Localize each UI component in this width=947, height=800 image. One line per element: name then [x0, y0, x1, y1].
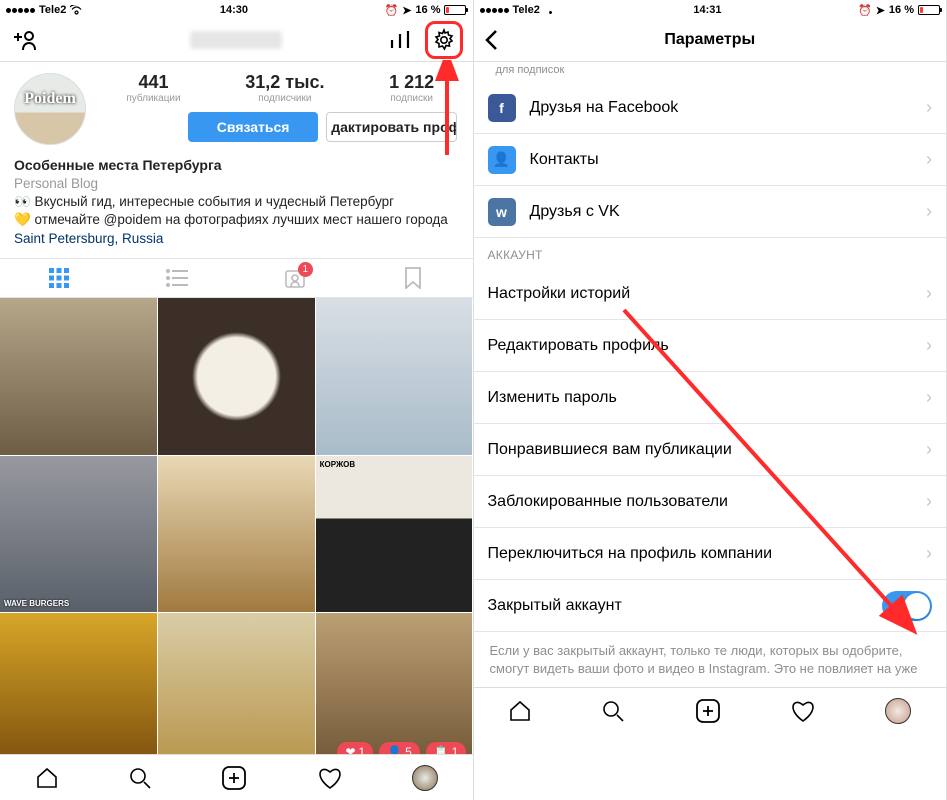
stats-row: 441публикации 31,2 тыс.подписчики 1 212п… [94, 72, 467, 104]
chevron-right-icon: › [926, 439, 932, 460]
row-story-settings[interactable]: Настройки историй› [474, 268, 947, 320]
stat-followers[interactable]: 31,2 тыс.подписчики [245, 72, 324, 104]
tab-list[interactable] [118, 259, 236, 297]
section-cut-followers: для подписок [474, 62, 947, 82]
new-post-icon[interactable] [695, 698, 721, 724]
tagged-badge: 1 [298, 262, 313, 277]
profile-avatar-icon[interactable] [412, 765, 438, 791]
avatar[interactable]: Poidem [14, 73, 86, 145]
nav-bar [0, 18, 473, 62]
private-hint: Если у вас закрытый аккаунт, только те л… [474, 632, 947, 687]
signal-dots-icon [480, 8, 509, 13]
section-account-header: АККАУНТ [474, 238, 947, 268]
bio-block: Особенные места Петербурга Personal Blog… [0, 148, 473, 258]
vk-icon: w [488, 198, 516, 226]
private-toggle[interactable] [882, 591, 932, 621]
alarm-icon: ⏰ [858, 4, 872, 17]
tab-grid[interactable] [0, 259, 118, 297]
row-change-password[interactable]: Изменить пароль› [474, 372, 947, 424]
row-blocked-users[interactable]: Заблокированные пользователи› [474, 476, 947, 528]
bottom-nav [474, 687, 947, 733]
chevron-right-icon: › [926, 491, 932, 512]
feed-cell[interactable] [0, 613, 157, 754]
activity-icon[interactable] [790, 699, 816, 723]
category-label: Personal Blog [14, 175, 459, 193]
battery-icon [444, 5, 466, 15]
display-name: Особенные места Петербурга [14, 156, 459, 175]
row-liked-posts[interactable]: Понравившиеся вам публикации› [474, 424, 947, 476]
wifi-icon [70, 5, 83, 15]
feed-cell[interactable]: BIG KITCHEN [158, 613, 315, 754]
battery-icon [918, 5, 940, 15]
home-icon[interactable] [35, 766, 59, 790]
profile-header: Poidem 441публикации 31,2 тыс.подписчики… [0, 62, 473, 148]
chevron-right-icon: › [926, 543, 932, 564]
status-bar: Tele2 14:30 ⏰ ➤ 16 % [0, 0, 473, 18]
bio-line-2: 💛 отмечайте @poidem на фотографиях лучши… [14, 211, 459, 229]
status-bar: Tele2 14:31 ⏰ ➤ 16 % [474, 0, 947, 18]
row-contacts[interactable]: 👤 Контакты › [474, 134, 947, 186]
chevron-right-icon: › [926, 283, 932, 304]
row-edit-profile[interactable]: Редактировать профиль› [474, 320, 947, 372]
feed-cell[interactable] [316, 298, 473, 455]
avatar-text: Poidem [24, 90, 76, 108]
settings-gear-highlighted[interactable] [425, 21, 463, 59]
signal-dots-icon [6, 8, 35, 13]
home-icon[interactable] [508, 699, 532, 723]
stat-posts[interactable]: 441публикации [126, 72, 180, 104]
time-label: 14:31 [693, 4, 721, 16]
wifi-icon [544, 5, 557, 15]
row-private-account: Закрытый аккаунт [474, 580, 947, 632]
carrier-label: Tele2 [513, 4, 540, 16]
location-icon: ➤ [876, 4, 885, 17]
profile-avatar-icon[interactable] [885, 698, 911, 724]
feed-cell[interactable] [158, 298, 315, 455]
battery-pct-label: 16 % [415, 4, 440, 16]
alarm-icon: ⏰ [384, 4, 398, 17]
feed-cell[interactable]: КОРЖОВ [316, 456, 473, 613]
carrier-label: Tele2 [39, 4, 66, 16]
bio-line-1: 👀 Вкусный гид, интересные события и чуде… [14, 193, 459, 211]
chevron-right-icon: › [926, 335, 932, 356]
feed-cell[interactable]: WAVE BURGERS [0, 456, 157, 613]
feed-cell[interactable] [0, 298, 157, 455]
search-icon[interactable] [128, 766, 152, 790]
battery-pct-label: 16 % [889, 4, 914, 16]
search-icon[interactable] [601, 699, 625, 723]
activity-pill[interactable]: ❤ 1 👤 5 📋 1 [337, 742, 466, 754]
bottom-nav [0, 754, 473, 800]
gear-icon [432, 28, 456, 52]
add-person-icon[interactable] [10, 29, 36, 51]
page-title: Параметры [474, 31, 947, 49]
activity-icon[interactable] [317, 766, 343, 790]
row-switch-business[interactable]: Переключиться на профиль компании› [474, 528, 947, 580]
feed-cell[interactable] [158, 456, 315, 613]
location-icon: ➤ [402, 4, 411, 17]
chevron-right-icon: › [926, 387, 932, 408]
stat-following[interactable]: 1 212подписки [389, 72, 434, 104]
photo-grid: WAVE BURGERS КОРЖОВ BIG KITCHEN " КОРЖОВ… [0, 298, 473, 754]
tab-tagged[interactable]: 1 [236, 259, 354, 297]
row-friends-facebook[interactable]: f Друзья на Facebook › [474, 82, 947, 134]
settings-screen: Tele2 14:31 ⏰ ➤ 16 % Параметры для подпи… [474, 0, 947, 800]
chevron-right-icon: › [926, 97, 932, 118]
edit-profile-button[interactable]: дактировать профил [326, 112, 456, 142]
profile-screen: Tele2 14:30 ⏰ ➤ 16 % [0, 0, 474, 800]
facebook-icon: f [488, 94, 516, 122]
new-post-icon[interactable] [221, 765, 247, 791]
chevron-right-icon: › [926, 201, 932, 222]
tab-saved[interactable] [354, 259, 472, 297]
row-friends-vk[interactable]: w Друзья с VK › [474, 186, 947, 238]
location-link[interactable]: Saint Petersburg, Russia [14, 230, 459, 248]
feed-tabs: 1 [0, 258, 473, 298]
contact-button[interactable]: Связаться [188, 112, 318, 142]
back-button[interactable] [484, 29, 498, 51]
contacts-icon: 👤 [488, 146, 516, 174]
insights-icon[interactable] [389, 30, 411, 50]
nav-bar: Параметры [474, 18, 947, 62]
chevron-right-icon: › [926, 149, 932, 170]
feed-cell[interactable]: " КОРЖОВ " ❤ 1 👤 5 📋 1 [316, 613, 473, 754]
time-label: 14:30 [220, 4, 248, 16]
